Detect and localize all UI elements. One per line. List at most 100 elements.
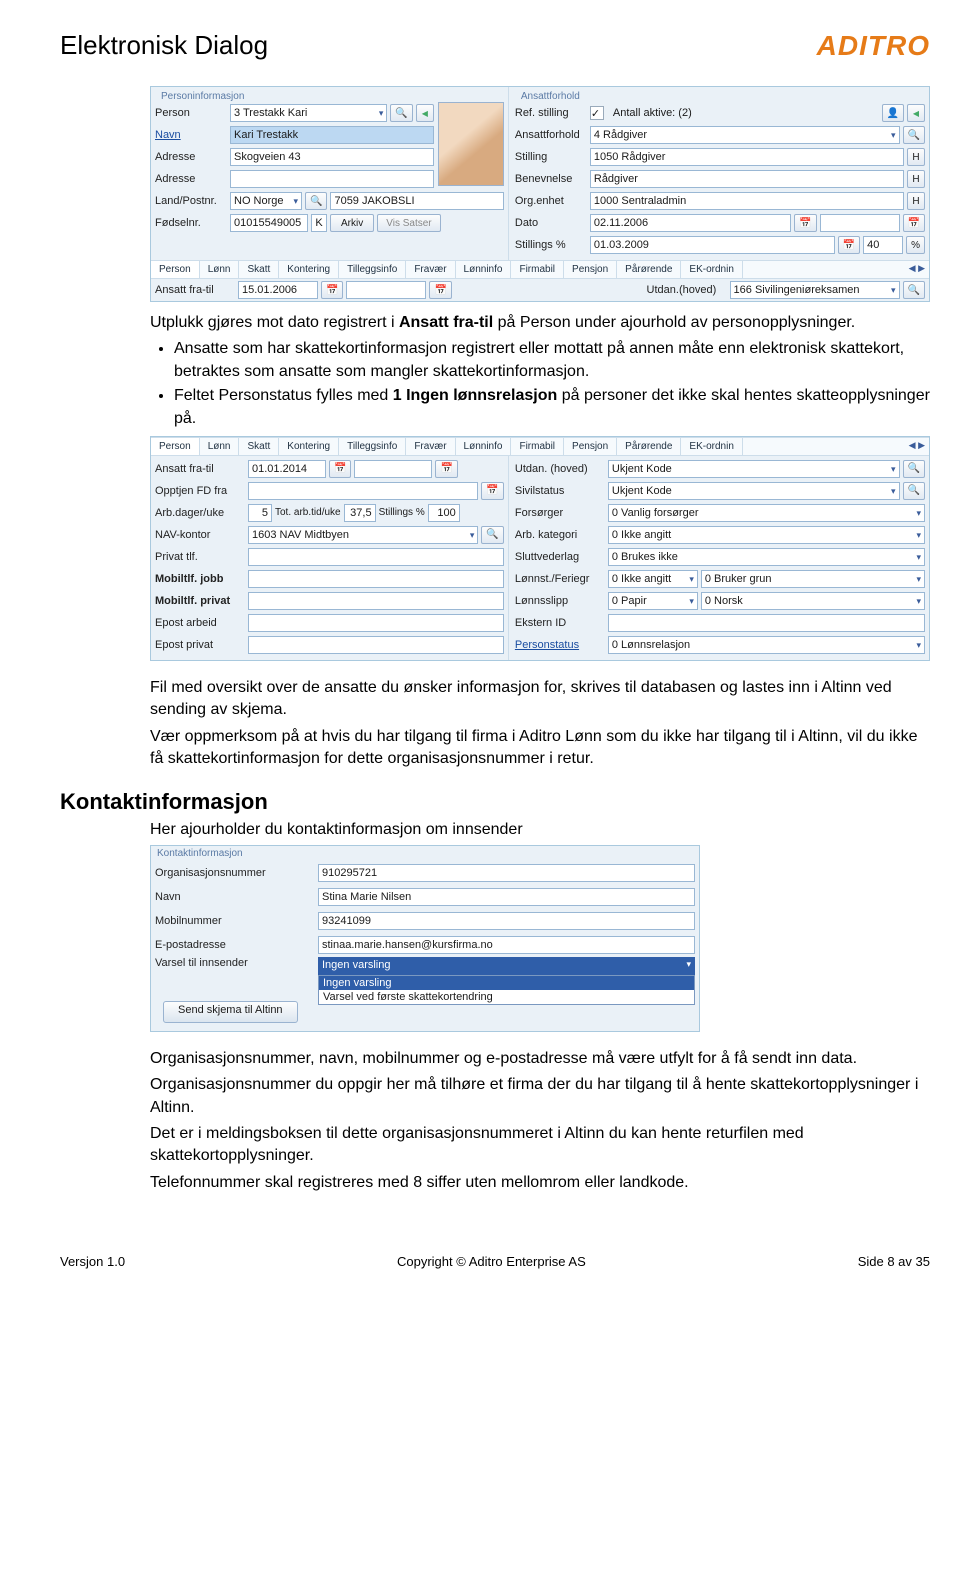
eksternid-field[interactable] bbox=[608, 614, 925, 632]
refstilling-checkbox[interactable]: ✓ bbox=[590, 106, 604, 120]
search-icon[interactable] bbox=[305, 192, 327, 210]
calendar-icon[interactable] bbox=[429, 281, 451, 299]
postnr-field[interactable]: 7059 JAKOBSLI bbox=[330, 192, 503, 210]
fnr-field[interactable]: 01015549005 bbox=[230, 214, 308, 232]
tab-fravaer[interactable]: Fravær bbox=[406, 438, 455, 455]
tab-scroll-icon[interactable]: ◀ ▶ bbox=[905, 438, 929, 455]
ansatttil-field[interactable] bbox=[346, 281, 426, 299]
calendar-icon[interactable] bbox=[481, 482, 503, 500]
search-icon[interactable] bbox=[903, 126, 925, 144]
arbdag-field[interactable]: 5 bbox=[248, 504, 272, 522]
ansatttil-field[interactable] bbox=[354, 460, 432, 478]
calendar-icon[interactable] bbox=[321, 281, 343, 299]
search-icon[interactable] bbox=[903, 281, 925, 299]
vis-satser-button[interactable]: Vis Satser bbox=[377, 214, 440, 232]
personstatus-field[interactable]: 0 Lønnsrelasjon bbox=[608, 636, 925, 654]
h-button[interactable]: H bbox=[907, 148, 925, 166]
varsel-option[interactable]: Varsel ved første skattekortendring bbox=[319, 990, 694, 1004]
h-button[interactable]: H bbox=[907, 170, 925, 188]
tab-parorende[interactable]: Pårørende bbox=[617, 438, 681, 455]
utdan-field[interactable]: 166 Sivilingeniøreksamen bbox=[730, 281, 900, 299]
nav-prev-icon[interactable] bbox=[416, 104, 434, 122]
varsel-dropdown[interactable]: Ingen varsling Ingen varsling Varsel ved… bbox=[318, 957, 695, 975]
personstatus-link[interactable]: Personstatus bbox=[515, 639, 605, 651]
calendar-icon[interactable] bbox=[435, 460, 457, 478]
epostprivat-field[interactable] bbox=[248, 636, 504, 654]
tab-kontering[interactable]: Kontering bbox=[279, 261, 339, 278]
tab-scroll-icon[interactable]: ◀ ▶ bbox=[905, 261, 929, 278]
stillpct-date[interactable]: 01.03.2009 bbox=[590, 236, 835, 254]
spct-field[interactable]: 100 bbox=[428, 504, 460, 522]
benevnelse-field[interactable]: Rådgiver bbox=[590, 170, 904, 188]
tab-lonn[interactable]: Lønn bbox=[200, 261, 240, 278]
opptjen-field[interactable] bbox=[248, 482, 478, 500]
sluttved-field[interactable]: 0 Brukes ikke bbox=[608, 548, 925, 566]
blank-field[interactable] bbox=[820, 214, 900, 232]
tab-pensjon[interactable]: Pensjon bbox=[564, 261, 617, 278]
stilling-field[interactable]: 1050 Rådgiver bbox=[590, 148, 904, 166]
nav-field[interactable]: 1603 NAV Midtbyen bbox=[248, 526, 478, 544]
adresse-field[interactable]: Skogveien 43 bbox=[230, 148, 434, 166]
epostarbeid-field[interactable] bbox=[248, 614, 504, 632]
tab-tilleggsinfo[interactable]: Tilleggsinfo bbox=[339, 261, 406, 278]
varsel-option[interactable]: Ingen varsling bbox=[319, 976, 694, 990]
calendar-icon[interactable] bbox=[838, 236, 860, 254]
adresse2-field[interactable] bbox=[230, 170, 434, 188]
tab-skatt[interactable]: Skatt bbox=[239, 438, 279, 455]
ansattforhold-field[interactable]: 4 Rådgiver bbox=[590, 126, 900, 144]
calendar-icon[interactable] bbox=[329, 460, 351, 478]
sivil-field[interactable]: Ukjent Kode bbox=[608, 482, 900, 500]
tab-lonn[interactable]: Lønn bbox=[200, 438, 240, 455]
navn-field[interactable]: Stina Marie Nilsen bbox=[318, 888, 695, 906]
tab-lonninfo[interactable]: Lønninfo bbox=[456, 438, 512, 455]
stillpct-field[interactable]: 40 bbox=[863, 236, 903, 254]
forsorger-field[interactable]: 0 Vanlig forsørger bbox=[608, 504, 925, 522]
lonnst-field[interactable]: 0 Ikke angitt bbox=[608, 570, 698, 588]
tab-parorende[interactable]: Pårørende bbox=[617, 261, 681, 278]
tab-ekordning[interactable]: EK-ordnin bbox=[681, 438, 742, 455]
tab-skatt[interactable]: Skatt bbox=[239, 261, 279, 278]
tab-pensjon[interactable]: Pensjon bbox=[564, 438, 617, 455]
lonnsslipp2-field[interactable]: 0 Norsk bbox=[701, 592, 925, 610]
tab-firmabil[interactable]: Firmabil bbox=[511, 438, 564, 455]
ansattfra-field[interactable]: 01.01.2014 bbox=[248, 460, 326, 478]
pct-button[interactable]: % bbox=[906, 236, 925, 254]
lonnsslipp-field[interactable]: 0 Papir bbox=[608, 592, 698, 610]
tab-firmabil[interactable]: Firmabil bbox=[511, 261, 564, 278]
send-skjema-button[interactable]: Send skjema til Altinn bbox=[163, 1001, 298, 1023]
navn-link[interactable]: Navn bbox=[155, 129, 227, 141]
utdan-field[interactable]: Ukjent Kode bbox=[608, 460, 900, 478]
tab-tilleggsinfo[interactable]: Tilleggsinfo bbox=[339, 438, 406, 455]
arkiv-button[interactable]: Arkiv bbox=[330, 214, 374, 232]
ansattfra-field[interactable]: 15.01.2006 bbox=[238, 281, 318, 299]
h-button[interactable]: H bbox=[907, 192, 925, 210]
dato-field[interactable]: 02.11.2006 bbox=[590, 214, 791, 232]
mobil-field[interactable]: 93241099 bbox=[318, 912, 695, 930]
totarb-field[interactable]: 37,5 bbox=[344, 504, 376, 522]
search-icon[interactable] bbox=[903, 482, 925, 500]
search-icon[interactable] bbox=[481, 526, 503, 544]
tab-person[interactable]: Person bbox=[151, 438, 200, 455]
lonnst2-field[interactable]: 0 Bruker grun bbox=[701, 570, 925, 588]
arbkat-field[interactable]: 0 Ikke angitt bbox=[608, 526, 925, 544]
orgnr-field[interactable]: 910295721 bbox=[318, 864, 695, 882]
orgenhet-field[interactable]: 1000 Sentraladmin bbox=[590, 192, 904, 210]
tab-kontering[interactable]: Kontering bbox=[279, 438, 339, 455]
search-icon[interactable] bbox=[390, 104, 412, 122]
person-icon[interactable]: 👤 bbox=[882, 104, 904, 122]
tab-ekordning[interactable]: EK-ordnin bbox=[681, 261, 742, 278]
mobpriv-field[interactable] bbox=[248, 592, 504, 610]
calendar-icon[interactable] bbox=[903, 214, 925, 232]
person-field[interactable]: 3 Trestakk Kari bbox=[230, 104, 387, 122]
tab-lonninfo[interactable]: Lønninfo bbox=[456, 261, 512, 278]
navn-field[interactable]: Kari Trestakk bbox=[230, 126, 434, 144]
mobjobb-field[interactable] bbox=[248, 570, 504, 588]
calendar-icon[interactable] bbox=[794, 214, 816, 232]
nav-prev-icon[interactable] bbox=[907, 104, 925, 122]
land-field[interactable]: NO Norge bbox=[230, 192, 302, 210]
privtlf-field[interactable] bbox=[248, 548, 504, 566]
tab-person[interactable]: Person bbox=[151, 261, 200, 278]
search-icon[interactable] bbox=[903, 460, 925, 478]
tab-fravaer[interactable]: Fravær bbox=[406, 261, 455, 278]
epost-field[interactable]: stinaa.marie.hansen@kursfirma.no bbox=[318, 936, 695, 954]
